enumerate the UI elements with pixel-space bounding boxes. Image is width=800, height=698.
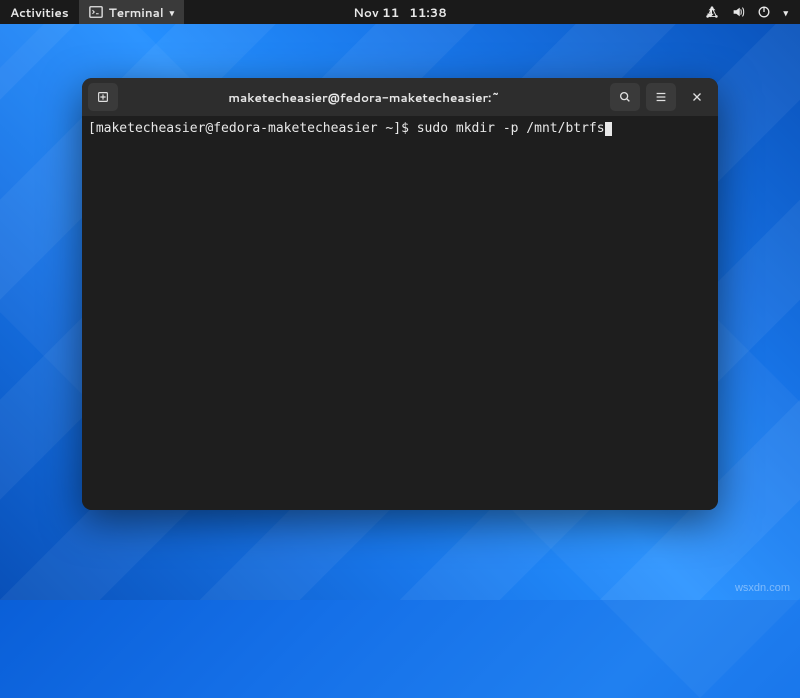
search-button[interactable] xyxy=(610,83,640,111)
command-text: sudo mkdir -p /mnt/btrfs xyxy=(417,121,605,136)
date-label: Nov 11 xyxy=(353,4,399,21)
window-title: maketecheasier@fedora-maketecheasier:~ xyxy=(124,89,604,106)
activities-label: Activities xyxy=(10,4,69,21)
network-icon xyxy=(705,5,719,19)
window-titlebar[interactable]: maketecheasier@fedora-maketecheasier:~ xyxy=(82,78,718,116)
system-menu[interactable]: ▾ xyxy=(705,5,800,19)
activities-button[interactable]: Activities xyxy=(0,0,79,24)
chevron-down-icon: ▾ xyxy=(783,6,788,19)
terminal-line: [maketecheasier@fedora-maketecheasier ~]… xyxy=(88,120,712,138)
close-button[interactable] xyxy=(682,83,712,111)
new-tab-button[interactable] xyxy=(88,83,118,111)
gnome-topbar: Activities Terminal ▾ Nov 11 11:38 ▾ xyxy=(0,0,800,24)
app-menu-label: Terminal xyxy=(109,4,164,21)
app-menu[interactable]: Terminal ▾ xyxy=(79,0,184,24)
terminal-window: maketecheasier@fedora-maketecheasier:~ [… xyxy=(82,78,718,510)
power-icon xyxy=(757,5,771,19)
terminal-icon xyxy=(89,5,103,19)
time-label: 11:38 xyxy=(409,4,447,21)
clock[interactable]: Nov 11 11:38 xyxy=(353,4,447,21)
terminal-body[interactable]: [maketecheasier@fedora-maketecheasier ~]… xyxy=(82,116,718,510)
cursor xyxy=(605,122,612,136)
chevron-down-icon: ▾ xyxy=(170,6,175,19)
volume-icon xyxy=(731,5,745,19)
menu-button[interactable] xyxy=(646,83,676,111)
watermark: wsxdn.com xyxy=(735,582,790,594)
prompt: [maketecheasier@fedora-maketecheasier ~]… xyxy=(88,121,417,136)
